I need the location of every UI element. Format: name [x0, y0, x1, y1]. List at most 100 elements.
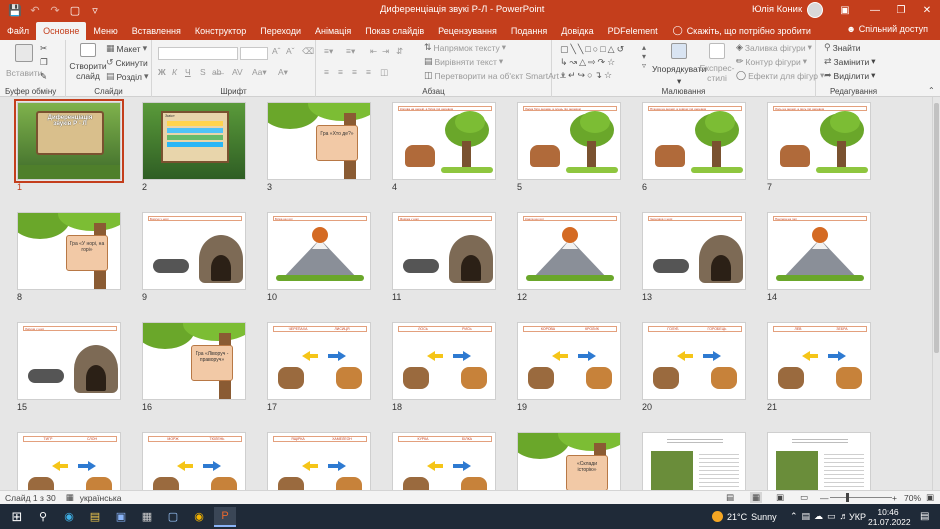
chrome-icon[interactable]: ◉	[188, 507, 210, 527]
shapes-gallery[interactable]: ▢╲╲□○□△↺ ↳↝△⇨↷☆ ⟂↵↪○↴☆	[560, 43, 638, 83]
slide-thumbnail[interactable]: Білка на горі	[267, 212, 371, 290]
spellcheck-icon[interactable]: ▦	[66, 492, 74, 503]
weather-widget[interactable]: 21°C Sunny	[712, 511, 777, 522]
slide-thumbnail[interactable]: МОРЖ ТЮЛЕНЬ	[142, 432, 246, 490]
slide-thumbnail[interactable]: Ящірка у норі	[392, 212, 496, 290]
increase-font-icon[interactable]: Aˆ	[272, 46, 281, 56]
redo-icon[interactable]: ↷	[46, 2, 64, 20]
slide-thumbnail[interactable]: ЛЕВ ЗЕБРА	[767, 322, 871, 400]
slide-thumbnail[interactable]: «Склади історію»	[517, 432, 621, 490]
slide-thumbnail[interactable]: Зміст	[142, 102, 246, 180]
start-from-beginning-icon[interactable]: ▢	[66, 2, 84, 20]
align-text-button[interactable]: ▤ Вирівняти текст ▾	[424, 56, 503, 67]
slide-thumbnail[interactable]: Гра «Ліворуч - праворуч»	[142, 322, 246, 400]
slide-thumbnail[interactable]: Гра «У норі, на горі»	[17, 212, 121, 290]
decrease-indent-icon[interactable]: ⇤	[370, 46, 377, 57]
clear-formatting-icon[interactable]: ⌫	[302, 46, 314, 57]
slide-thumbnail[interactable]: ТИГР СЛОН	[17, 432, 121, 490]
slide-thumbnail[interactable]: Лось на дереві, а рись під деревом	[767, 102, 871, 180]
slide-thumbnail[interactable]: Диференціація звуків Р - Л	[14, 99, 124, 183]
photo-app-icon[interactable]: ▢	[162, 507, 184, 527]
tab-slide-show[interactable]: Показ слайдів	[358, 21, 431, 40]
strikethrough-icon[interactable]: a̶b̶	[212, 67, 221, 77]
tab-pdfelement[interactable]: PDFelement	[601, 21, 665, 40]
justify-icon[interactable]: ≡	[366, 67, 371, 77]
share-button[interactable]: ☻ Спільний доступ	[846, 24, 928, 34]
tab-review[interactable]: Рецензування	[431, 21, 504, 40]
line-spacing-icon[interactable]: ⇵	[396, 46, 403, 57]
view-slideshow-icon[interactable]: ▭	[800, 492, 808, 503]
cut-icon[interactable]: ✂	[40, 43, 47, 54]
bullets-icon[interactable]: ≡▾	[324, 46, 333, 57]
scrollbar-thumb[interactable]	[934, 103, 939, 353]
character-spacing-icon[interactable]: AV	[232, 67, 243, 77]
file-explorer-icon[interactable]: ▤	[84, 507, 106, 527]
tab-home[interactable]: Основне	[36, 22, 87, 40]
powerpoint-icon[interactable]: P	[214, 506, 236, 527]
align-left-icon[interactable]: ≡	[324, 67, 329, 77]
slide-thumbnail[interactable]	[767, 432, 871, 490]
slide-thumbnail[interactable]: ЛОСЬ РИСЬ	[392, 322, 496, 400]
slide-thumbnail[interactable]: Лисиця у норі	[17, 322, 121, 400]
slide-thumbnail[interactable]: КУРКА БІЛКА	[392, 432, 496, 490]
format-painter-icon[interactable]: ✎	[40, 71, 47, 82]
avatar[interactable]	[807, 2, 823, 18]
vertical-scrollbar[interactable]	[932, 97, 940, 490]
text-direction-button[interactable]: ⇅ Напрямок тексту ▾	[424, 42, 506, 53]
close-icon[interactable]: ✕	[912, 0, 940, 21]
shadow-icon[interactable]: S	[200, 67, 206, 77]
view-reading-icon[interactable]: ▣	[776, 492, 784, 503]
tab-design[interactable]: Конструктор	[188, 21, 253, 40]
italic-icon[interactable]: К	[172, 67, 177, 77]
tab-file[interactable]: Файл	[0, 21, 36, 40]
zoom-slider-thumb[interactable]	[846, 493, 849, 502]
customize-toolbar-icon[interactable]: ▿	[86, 2, 104, 20]
font-name-combo[interactable]	[158, 47, 238, 60]
ribbon-display-options-icon[interactable]: ▣	[830, 0, 860, 21]
undo-icon[interactable]: ↶	[26, 2, 44, 20]
slide-thumbnail[interactable]	[642, 432, 746, 490]
slide-thumbnail[interactable]: Борсук у норі	[142, 212, 246, 290]
save-icon[interactable]: 💾	[6, 2, 24, 20]
new-slide-button[interactable]: Створити слайд	[69, 43, 107, 81]
tab-menu[interactable]: Меню	[86, 21, 124, 40]
slide-thumbnail[interactable]: КОРОВА КРОЛИК	[517, 322, 621, 400]
calculator-icon[interactable]: ▦	[136, 507, 158, 527]
zoom-slider[interactable]	[830, 497, 892, 498]
slide-thumbnail[interactable]: ГОЛУБ ГОРОБЕЦЬ	[642, 322, 746, 400]
tell-me-box[interactable]: ◯ Скажіть, що потрібно зробити	[673, 21, 811, 40]
clock[interactable]: 10:46 21.07.2022	[868, 507, 911, 527]
zoom-level[interactable]: 70%	[904, 493, 921, 503]
increase-indent-icon[interactable]: ⇥	[382, 46, 389, 57]
slide-thumbnail[interactable]: Пташка на дереві, а ховрах під деревом	[642, 102, 746, 180]
paste-button[interactable]: Вставити	[6, 44, 42, 78]
section-button[interactable]: ▤ Розділ ▾	[106, 71, 149, 82]
columns-icon[interactable]: ◫	[380, 67, 388, 78]
shapes-scroll[interactable]: ▴ ▾ ▿	[642, 43, 646, 70]
quick-styles-button[interactable]: Експрес-стилі	[700, 43, 734, 83]
tab-animations[interactable]: Анімація	[308, 21, 358, 40]
input-language[interactable]: УКР	[849, 512, 866, 522]
slide-thumbnail[interactable]: Пантера на горі	[767, 212, 871, 290]
tab-help[interactable]: Довідка	[554, 21, 600, 40]
slide-thumbnail[interactable]: Ласка біля дерева, а олень під деревом	[517, 102, 621, 180]
shape-outline-button[interactable]: ✏ Контур фігури ▾	[736, 56, 807, 67]
windows-start-icon[interactable]: ⊞	[6, 507, 28, 527]
slide-thumbnail[interactable]: ЧЕРЕПАХА ЛИСИЦЯ	[267, 322, 371, 400]
change-case-icon[interactable]: Aa▾	[252, 67, 267, 78]
slide-thumbnail[interactable]: Корова на дереві, а білка під деревом	[392, 102, 496, 180]
tray-icons[interactable]: ⌃▤☁▭♬	[790, 511, 853, 522]
shape-effects-button[interactable]: ◯ Ефекти для фігур ▾	[736, 70, 824, 81]
slide-thumbnail[interactable]: ЯЩІРКА ХАМЕЛЕОН	[267, 432, 371, 490]
notifications-icon[interactable]: ▤	[920, 511, 929, 522]
font-size-combo[interactable]	[240, 47, 268, 60]
tab-insert[interactable]: Вставлення	[125, 21, 188, 40]
slide-thumbnail[interactable]: Коала на горі	[517, 212, 621, 290]
find-button[interactable]: ⚲ Знайти	[824, 42, 861, 53]
zoom-out-icon[interactable]: —	[820, 493, 829, 503]
tab-transitions[interactable]: Переходи	[253, 21, 308, 40]
underline-icon[interactable]: Ч	[185, 67, 191, 77]
tab-view[interactable]: Подання	[504, 21, 554, 40]
slide-thumbnail[interactable]: Черепаха у норі	[642, 212, 746, 290]
font-color-icon[interactable]: A▾	[278, 67, 288, 78]
